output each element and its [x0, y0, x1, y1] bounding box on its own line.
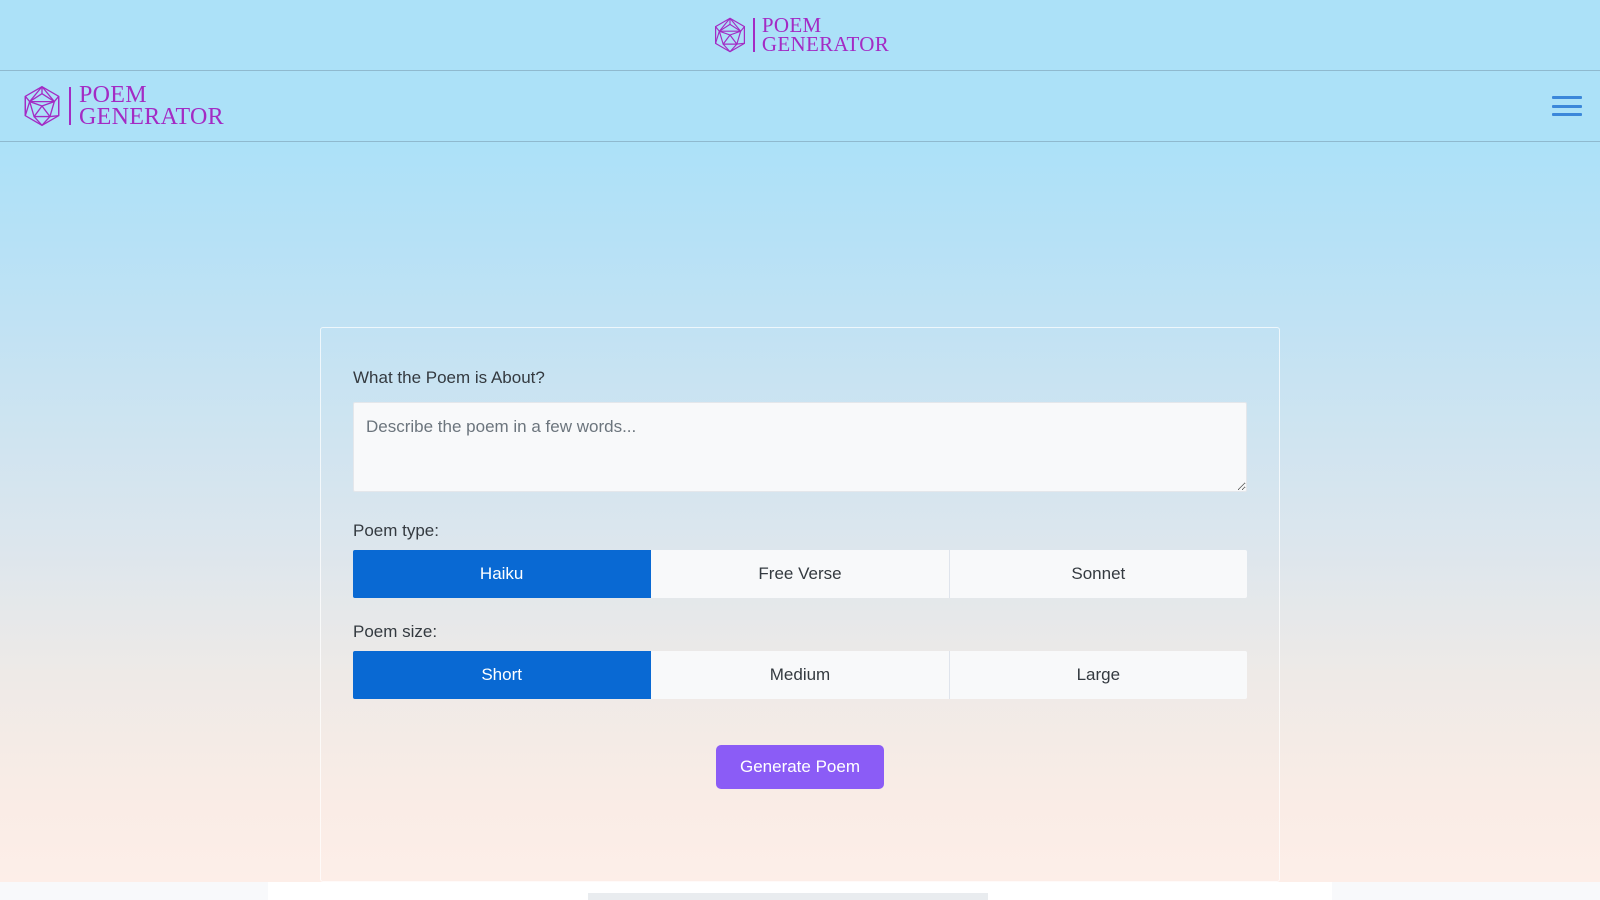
poem-prompt-input[interactable] — [353, 402, 1247, 492]
poem-type-option-free-verse[interactable]: Free Verse — [651, 550, 950, 598]
brand-logo-nav[interactable]: POEM GENERATOR — [20, 81, 224, 130]
brand-wordmark-top: POEM GENERATOR — [761, 14, 890, 56]
generate-poem-button[interactable]: Generate Poem — [715, 745, 884, 789]
hamburger-bar-2 — [1552, 104, 1582, 108]
prompt-label: What the Poem is About? — [353, 368, 545, 387]
navbar: POEM GENERATOR — [0, 71, 1600, 142]
poem-size-option-short[interactable]: Short — [353, 651, 652, 699]
poem-form-card: What the Poem is About? Poem type: Haiku… — [320, 327, 1280, 882]
bottom-left-gutter — [0, 882, 268, 900]
brand-line-2: GENERATOR — [761, 32, 890, 56]
bottom-right-gutter — [1332, 882, 1600, 900]
hamburger-bar-3 — [1552, 113, 1582, 116]
brand-line-1: POEM — [79, 81, 147, 108]
poem-type-button-group: Haiku Free Verse Sonnet — [353, 550, 1247, 598]
generate-button-row: Generate Poem — [353, 745, 1247, 789]
icosahedron-icon — [714, 17, 745, 53]
poem-type-label: Poem type: — [353, 521, 439, 540]
brand-divider — [69, 86, 71, 126]
icosahedron-icon — [24, 85, 60, 127]
poem-size-label: Poem size: — [353, 622, 438, 641]
page-bottom-strip — [0, 882, 1600, 900]
hamburger-menu-icon[interactable] — [1552, 94, 1582, 118]
brand-logo-top[interactable]: POEM GENERATOR — [711, 14, 890, 56]
poem-size-button-group: Short Medium Large — [353, 651, 1247, 699]
poem-type-option-haiku[interactable]: Haiku — [353, 550, 652, 598]
brand-divider — [752, 17, 755, 53]
main-stage: What the Poem is About? Poem type: Haiku… — [0, 142, 1600, 882]
brand-line-2: GENERATOR — [79, 104, 224, 130]
poem-type-option-sonnet[interactable]: Sonnet — [949, 550, 1247, 598]
brand-wordmark-nav: POEM GENERATOR — [79, 81, 224, 130]
top-banner: POEM GENERATOR — [0, 0, 1600, 71]
poem-size-option-medium[interactable]: Medium — [651, 651, 950, 699]
poem-size-option-large[interactable]: Large — [949, 651, 1247, 699]
hamburger-bar-1 — [1552, 96, 1582, 99]
bottom-placeholder-bar — [588, 893, 988, 900]
